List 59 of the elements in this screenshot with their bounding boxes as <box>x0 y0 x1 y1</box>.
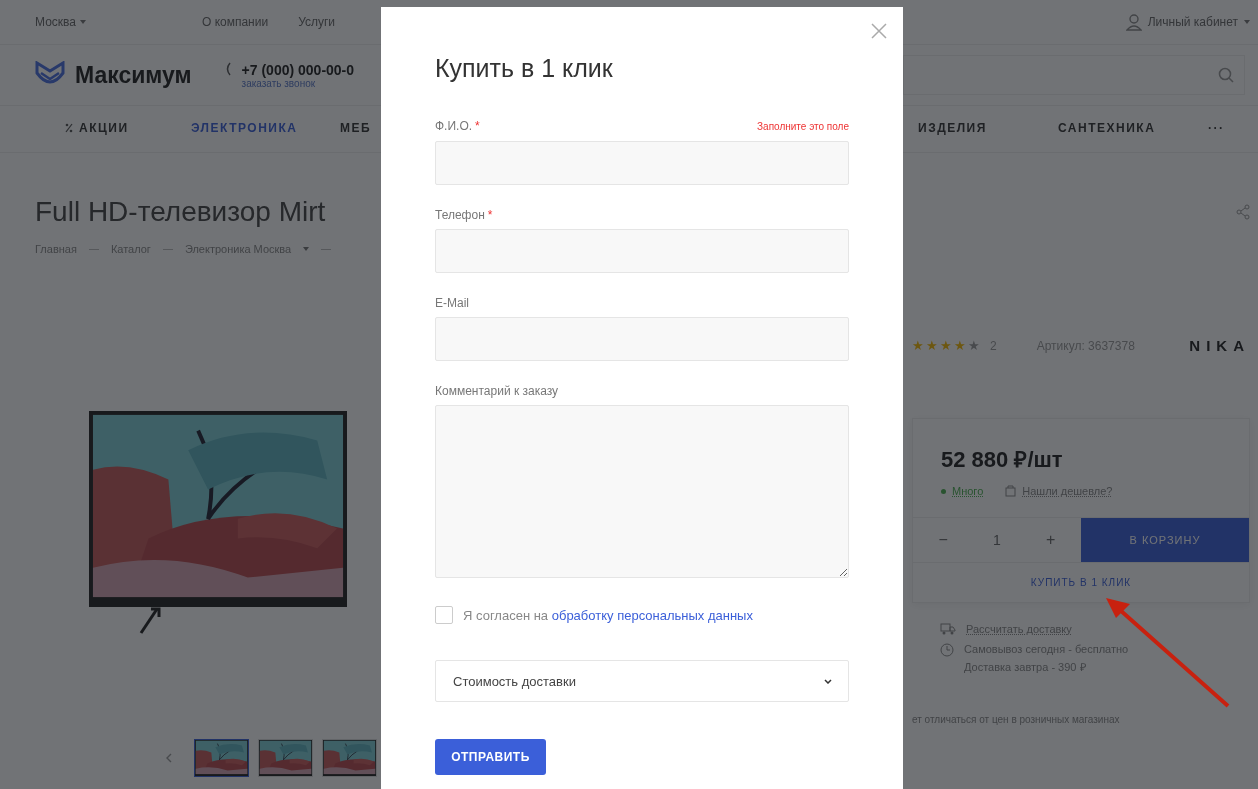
search-field[interactable] <box>903 55 1245 95</box>
caret-icon <box>303 247 310 251</box>
caret-icon <box>1244 20 1250 24</box>
tv-stand-icon <box>139 607 163 635</box>
stock-dot <box>941 488 946 494</box>
consent-checkbox[interactable] <box>435 606 453 624</box>
field-label: Ф.И.О. * <box>435 118 480 134</box>
phone-number[interactable]: +7 (000) 000-00-0 <box>241 61 355 78</box>
previous-icon[interactable] <box>166 753 172 763</box>
nav-item[interactable]: ··· <box>1208 121 1225 135</box>
delivery-dropdown[interactable]: Стоимость доставки <box>435 660 849 702</box>
field-label: Телефон * <box>435 207 493 223</box>
caret-icon <box>79 20 86 24</box>
user-icon <box>1125 13 1142 31</box>
submit-button[interactable]: ОТПРАВИТЬ <box>435 739 546 775</box>
field-label: Комментарий к заказу <box>435 383 559 399</box>
nav-item[interactable]: САНТЕХНИКА <box>1058 121 1156 135</box>
truck-icon <box>940 623 956 635</box>
callback-link[interactable]: заказать звонок <box>241 77 355 89</box>
star-icon: ★ <box>954 338 966 353</box>
field-label: E-Mail <box>435 295 469 311</box>
star-icon: ★ <box>968 338 980 353</box>
plus-button[interactable]: + <box>1040 530 1062 550</box>
input-field[interactable] <box>435 141 849 185</box>
thumbnail[interactable] <box>194 739 249 777</box>
stock-status: Много <box>952 485 984 497</box>
bag-icon <box>1005 485 1017 497</box>
clock-icon <box>940 643 954 657</box>
star-icon: ★ <box>912 338 924 353</box>
add-to-cart-button[interactable]: В КОРЗИНУ <box>1081 518 1249 562</box>
star-icon: ★ <box>926 338 938 353</box>
minus-button[interactable]: − <box>932 530 954 550</box>
comment-field[interactable] <box>435 405 849 578</box>
search-icon <box>1218 67 1234 83</box>
nav-item[interactable]: ИЗДЕЛИЯ <box>918 121 987 135</box>
account-link[interactable]: Личный кабинет <box>1147 15 1238 29</box>
dialog-title: Купить в 1 клик <box>435 53 614 83</box>
consent-text: Я согласен на обработку персональных данных <box>463 607 753 623</box>
nav-item[interactable]: ЭЛЕКТРОНИКА <box>191 121 298 135</box>
privacy-link[interactable]: обработку персональных данных <box>551 607 753 623</box>
percent-icon <box>65 123 73 133</box>
price: 52 880 ₽/шт <box>940 446 1064 473</box>
nav-item[interactable]: МЕБ <box>340 121 372 135</box>
star-icon: ★ <box>940 338 952 353</box>
one-click-link[interactable]: КУПИТЬ В 1 КЛИК <box>1030 563 1132 602</box>
top-link[interactable]: О компании <box>201 15 269 29</box>
logo-text: Максимум <box>75 61 192 89</box>
city-selector[interactable]: Москва <box>35 15 76 29</box>
brand-logo: NIKA <box>1189 337 1250 354</box>
top-link[interactable]: Услуги <box>298 15 336 29</box>
nav-item[interactable]: АКЦИИ <box>65 121 129 135</box>
close-icon <box>871 23 887 39</box>
input-field[interactable] <box>435 317 849 361</box>
share-icon[interactable] <box>1236 204 1250 220</box>
error-message: Заполните это поле <box>757 120 849 134</box>
input-field[interactable] <box>435 229 849 273</box>
chevron-icon <box>824 678 832 684</box>
quantity-value[interactable]: 1 <box>993 532 1001 548</box>
product-title: Full HD-телевизор Mirt <box>35 195 326 229</box>
